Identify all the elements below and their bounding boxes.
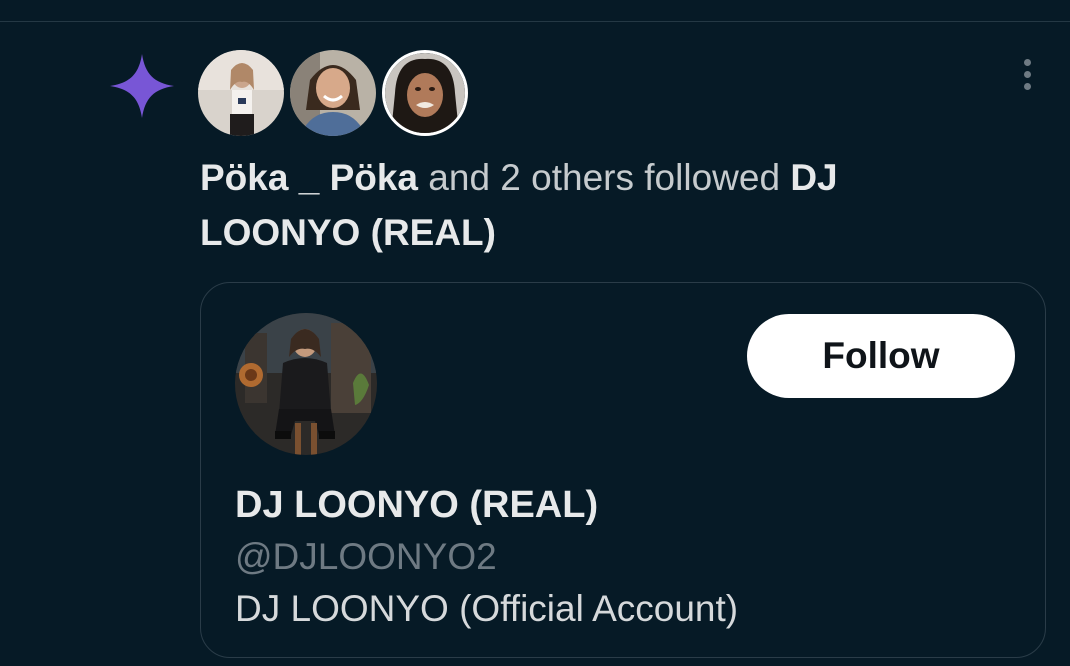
user-card[interactable]: Follow DJ LOONYO (REAL) @DJLOONYO2 DJ LO… (200, 282, 1046, 658)
user-avatar[interactable] (235, 313, 377, 455)
actor-name[interactable]: Pöka _ Pöka (200, 157, 418, 198)
more-dot (1023, 82, 1031, 90)
notification-item[interactable]: Pöka _ Pöka and 2 others followed DJ LOO… (0, 0, 1070, 666)
follower-avatar-3[interactable] (382, 50, 468, 136)
more-dot (1023, 58, 1031, 66)
user-handle[interactable]: @DJLOONYO2 (235, 533, 497, 581)
follower-avatar-1[interactable] (198, 50, 284, 136)
sparkle-icon (110, 54, 174, 118)
follow-button[interactable]: Follow (747, 314, 1015, 398)
more-options-icon[interactable] (1008, 54, 1046, 94)
follower-avatar-2[interactable] (290, 50, 376, 136)
user-display-name[interactable]: DJ LOONYO (REAL) (235, 481, 598, 529)
activity-connector: and 2 others followed (418, 157, 791, 198)
user-bio: DJ LOONYO (Official Account) (235, 588, 739, 629)
more-dot (1023, 70, 1031, 78)
divider (0, 21, 1070, 22)
activity-text: Pöka _ Pöka and 2 others followed DJ LOO… (200, 150, 960, 260)
